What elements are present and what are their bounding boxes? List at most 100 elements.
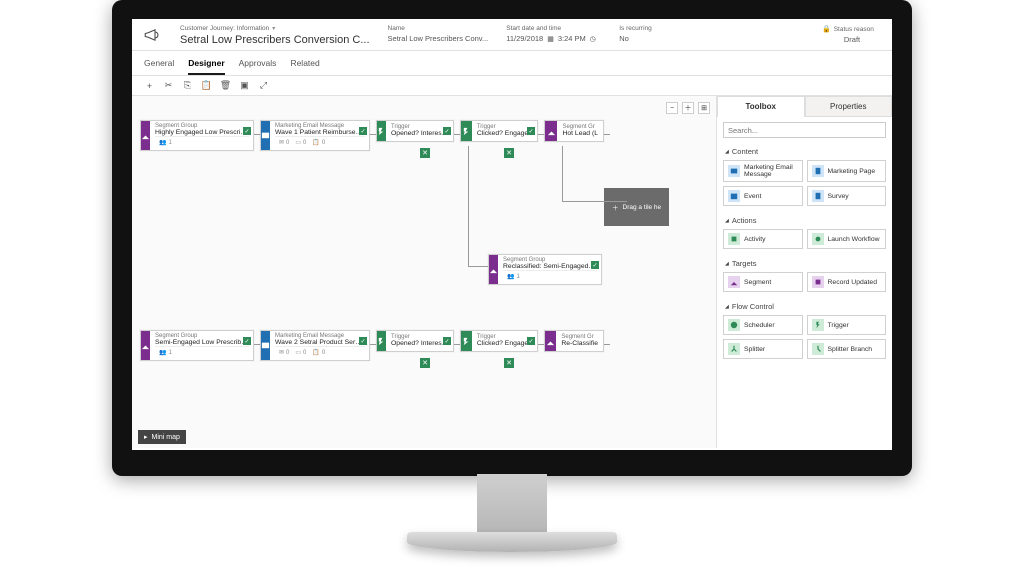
segment-icon — [141, 331, 150, 360]
activity-icon — [728, 233, 740, 245]
search-input[interactable] — [728, 126, 881, 135]
clock-icon[interactable]: ◷ — [590, 35, 596, 43]
tile-segment-group-reclass[interactable]: Segment GroupReclassified: Semi-Engaged … — [488, 254, 602, 285]
designer-toolbar: + ✂ ⎘ 📋 🗑 ▣ ⤢ — [132, 76, 892, 95]
tool-trigger[interactable]: Trigger — [807, 315, 887, 335]
segment-icon — [545, 331, 556, 351]
megaphone-icon — [142, 25, 162, 45]
survey-icon — [812, 190, 824, 202]
tool-record-updated[interactable]: Record Updated — [807, 272, 887, 292]
cut-button[interactable]: ✂ — [163, 80, 174, 91]
expand-button[interactable]: ⤢ — [258, 80, 269, 91]
tile-trigger[interactable]: TriggerClicked? Engaged — [460, 120, 538, 142]
tile-segment-group-partial[interactable]: Segment GrRe-Classifie — [544, 330, 604, 352]
people-icon: 👥 1 — [159, 139, 172, 146]
right-panel: Toolbox Properties Content Marketing Ema… — [717, 96, 892, 448]
status-label: 🔒Status reason — [822, 25, 882, 33]
mail-icon — [261, 121, 270, 150]
recurring-label: Is recurring — [619, 25, 669, 32]
tab-general[interactable]: General — [144, 55, 174, 75]
workflow-icon — [812, 233, 824, 245]
tab-properties[interactable]: Properties — [805, 96, 893, 117]
check-icon — [527, 127, 535, 135]
segment-icon — [141, 121, 150, 150]
name-value: Setral Low Prescribers Conv... — [388, 34, 489, 43]
tool-scheduler[interactable]: Scheduler — [723, 315, 803, 335]
record-icon — [812, 276, 824, 288]
segment-icon — [545, 121, 557, 141]
toolbox-search[interactable] — [723, 122, 886, 138]
tile-segment-group[interactable]: Segment GroupHighly Engaged Low Prescrib… — [140, 120, 254, 151]
tab-related[interactable]: Related — [290, 55, 319, 75]
tool-event[interactable]: Event — [723, 186, 803, 206]
journey-canvas[interactable]: − ＋ ⊞ Segment GroupHighly Engaged — [132, 96, 717, 448]
mail-icon — [261, 331, 270, 360]
delete-button[interactable]: 🗑 — [220, 80, 231, 91]
name-label: Name — [388, 25, 489, 32]
section-actions[interactable]: Actions — [717, 212, 892, 227]
tab-designer[interactable]: Designer — [188, 55, 224, 75]
trigger-icon — [461, 331, 472, 351]
branch-x-node[interactable] — [420, 148, 430, 158]
section-flow-control[interactable]: Flow Control — [717, 298, 892, 313]
zoom-in-button[interactable]: ＋ — [682, 102, 694, 114]
tool-segment[interactable]: Segment — [723, 272, 803, 292]
page-title: Setral Low Prescribers Conversion C... — [180, 34, 370, 46]
breadcrumb[interactable]: Customer Journey: Information ▾ — [180, 25, 370, 32]
tile-trigger[interactable]: TriggerClicked? Engaged — [460, 330, 538, 352]
trigger-icon — [377, 331, 386, 351]
branch-x-node[interactable] — [504, 148, 514, 158]
tool-launch-workflow[interactable]: Launch Workflow — [807, 229, 887, 249]
splitter-branch-icon — [812, 343, 824, 355]
zoom-out-button[interactable]: − — [666, 102, 678, 114]
branch-x-node[interactable] — [504, 358, 514, 368]
start-label: Start date and time — [506, 25, 601, 32]
plus-icon: ＋ — [612, 202, 619, 212]
record-tabs: General Designer Approvals Related — [132, 51, 892, 76]
tool-marketing-page[interactable]: Marketing Page — [807, 160, 887, 182]
recurring-value: No — [619, 34, 669, 43]
minimap-toggle[interactable]: ▸Mini map — [138, 430, 186, 444]
tile-segment-group[interactable]: Segment GroupSemi-Engaged Low Prescriber… — [140, 330, 254, 361]
lock-icon: 🔒 — [822, 25, 831, 33]
calendar-icon[interactable]: ▦ — [547, 35, 554, 43]
trigger-icon — [461, 121, 472, 141]
fit-button[interactable]: ⊞ — [698, 102, 710, 114]
snapshot-button[interactable]: ▣ — [239, 80, 250, 91]
check-icon — [359, 127, 367, 135]
segment-icon — [728, 276, 740, 288]
calendar-icon — [728, 190, 740, 202]
check-icon — [243, 127, 251, 135]
drag-placeholder[interactable]: ＋Drag a tile he — [604, 188, 669, 226]
tool-activity[interactable]: Activity — [723, 229, 803, 249]
page-icon — [812, 165, 824, 177]
paste-button[interactable]: 📋 — [201, 80, 212, 91]
tool-splitter[interactable]: Splitter — [723, 339, 803, 359]
start-date: 11/29/2018 — [506, 34, 543, 43]
tile-marketing-email[interactable]: Marketing Email MessageWave 2 Setral Pro… — [260, 330, 370, 361]
tab-approvals[interactable]: Approvals — [239, 55, 277, 75]
check-icon — [527, 337, 535, 345]
chevron-right-icon: ▸ — [144, 433, 148, 441]
tile-marketing-email[interactable]: Marketing Email MessageWave 1 Patient Re… — [260, 120, 370, 151]
tile-trigger[interactable]: TriggerOpened? Interested — [376, 120, 454, 142]
segment-icon — [489, 255, 498, 284]
record-header: Customer Journey: Information ▾ Setral L… — [132, 19, 892, 51]
tile-segment-group-partial[interactable]: Segment GrHot Lead (L — [544, 120, 604, 142]
section-content[interactable]: Content — [717, 143, 892, 158]
tool-splitter-branch[interactable]: Splitter Branch — [807, 339, 887, 359]
tool-survey[interactable]: Survey — [807, 186, 887, 206]
tab-toolbox[interactable]: Toolbox — [717, 96, 805, 117]
branch-x-node[interactable] — [420, 358, 430, 368]
add-button[interactable]: + — [144, 80, 155, 91]
tool-marketing-email[interactable]: Marketing Email Message — [723, 160, 803, 182]
check-icon — [359, 337, 367, 345]
mail-icon — [728, 165, 740, 177]
check-icon — [591, 261, 599, 269]
section-targets[interactable]: Targets — [717, 255, 892, 270]
copy-button[interactable]: ⎘ — [182, 80, 193, 91]
splitter-icon — [728, 343, 740, 355]
check-icon — [443, 337, 451, 345]
tile-trigger[interactable]: TriggerOpened? Interested — [376, 330, 454, 352]
chevron-down-icon: ▾ — [272, 25, 275, 32]
